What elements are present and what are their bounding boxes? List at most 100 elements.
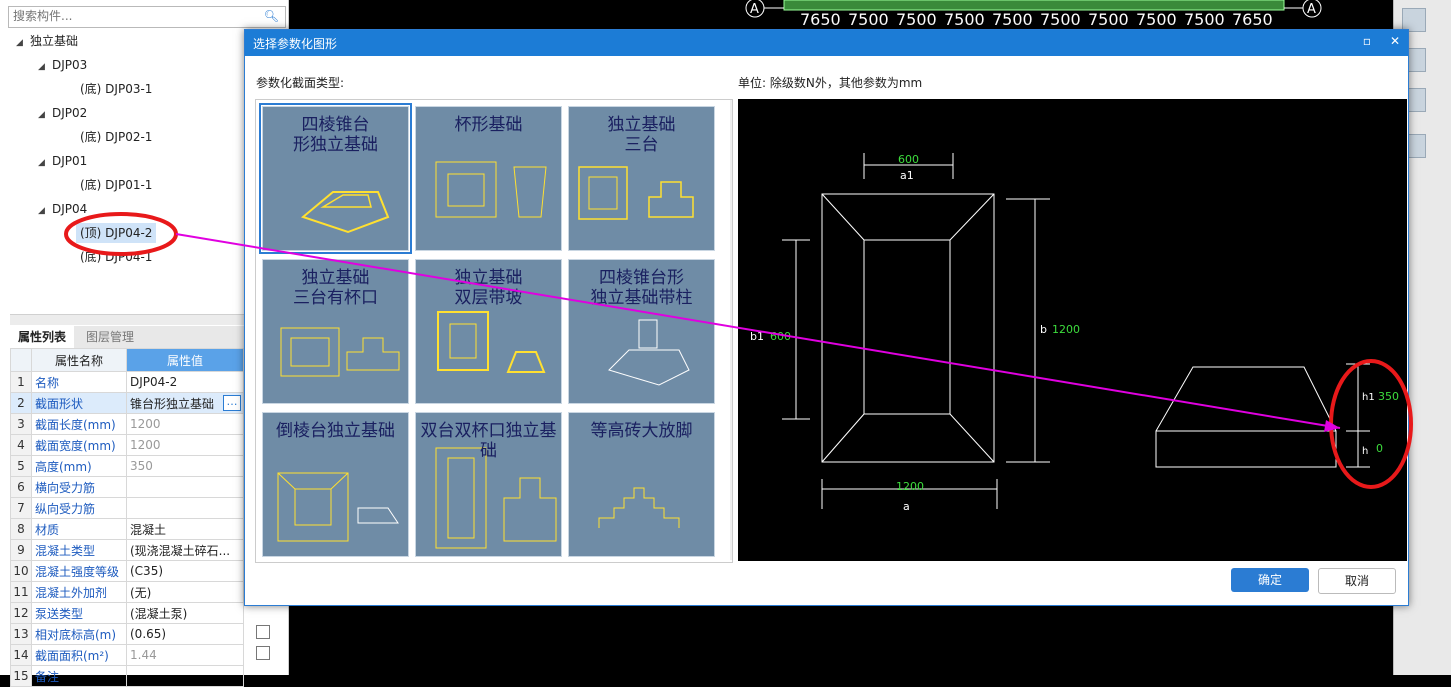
property-value[interactable]: (无) (126, 581, 244, 603)
property-row[interactable]: 2 截面形状 锥台形独立基础… (10, 392, 244, 414)
property-value-text: (C35) (130, 564, 164, 578)
expand-icon[interactable]: ◢ (38, 105, 52, 125)
property-value-text: 1200 (130, 438, 161, 452)
expand-icon[interactable]: ◢ (38, 153, 52, 173)
tree-group[interactable]: ◢ DJP01 (38, 151, 87, 171)
thumbnail-title: 倒棱台独立基础 (276, 421, 395, 441)
property-value[interactable]: 锥台形独立基础… (126, 392, 244, 414)
search-box[interactable]: 🔍︎ (8, 6, 286, 28)
property-value-text: 1.44 (130, 648, 157, 662)
property-row[interactable]: 11 混凝土外加剂 (无) (10, 581, 244, 603)
cancel-button[interactable]: 取消 (1318, 568, 1396, 594)
cad-dim-label: 7500 (1040, 10, 1081, 29)
property-value[interactable]: DJP04-2 (126, 371, 244, 393)
property-row[interactable]: 12 泵送类型 (混凝土泵) (10, 602, 244, 624)
dim-h-value: 0 (1376, 442, 1383, 455)
tree-leaf-label: (底) DJP03-1 (80, 82, 153, 96)
property-row[interactable]: 9 混凝土类型 (现浇混凝土碎石... (10, 539, 244, 561)
property-row[interactable]: 10 混凝土强度等级 (C35) (10, 560, 244, 582)
close-icon[interactable]: ✕ (1387, 34, 1403, 48)
property-value[interactable]: (C35) (126, 560, 244, 582)
row-index: 6 (10, 476, 32, 498)
row-index: 2 (10, 392, 32, 414)
property-value[interactable]: 1200 (126, 413, 244, 435)
expand-icon[interactable]: ◢ (16, 33, 30, 53)
tree-group[interactable]: ◢ DJP02 (38, 103, 87, 123)
dim-h1-label: h1 (1362, 392, 1375, 403)
search-icon[interactable]: 🔍︎ (264, 9, 279, 23)
shape-thumbnail[interactable]: 杯形基础 (415, 106, 562, 251)
tree-leaf[interactable]: (底) DJP02-1 (80, 127, 152, 147)
header-index (10, 348, 32, 372)
tree-leaf[interactable]: (底) DJP04-1 (80, 247, 152, 267)
panel-splitter[interactable] (10, 314, 284, 325)
property-value[interactable]: 1.44 (126, 644, 244, 666)
property-row[interactable]: 3 截面长度(mm) 1200 (10, 413, 244, 435)
property-row[interactable]: 7 纵向受力筋 (10, 497, 244, 519)
maximize-icon[interactable]: ▫ (1359, 34, 1375, 48)
property-name: 材质 (31, 518, 127, 540)
property-value[interactable]: (混凝土泵) (126, 602, 244, 624)
axis-label-left: A (750, 2, 759, 17)
property-value-text: (0.65) (130, 627, 167, 641)
shape-thumbnail[interactable]: 独立基础 双层带坡 (415, 259, 562, 404)
property-value[interactable]: 350 (126, 455, 244, 477)
tree-group-label: DJP04 (52, 202, 88, 216)
tree-root[interactable]: ◢ 独立基础 (16, 31, 78, 51)
property-value[interactable] (126, 476, 244, 498)
shape-thumbnail[interactable]: 四棱锥台形 独立基础带柱 (568, 259, 715, 404)
row-checkbox[interactable] (256, 646, 270, 660)
property-value[interactable]: (现浇混凝土碎石... (126, 539, 244, 561)
gallery-scrollbar[interactable] (730, 100, 733, 560)
row-index: 7 (10, 497, 32, 519)
property-name: 备注 (31, 665, 127, 687)
tab-property-list[interactable]: 属性列表 (10, 326, 75, 348)
property-row[interactable]: 15 备注 (10, 665, 244, 687)
property-row[interactable]: 14 截面面积(m²) 1.44 (10, 644, 244, 666)
shape-thumbnail[interactable]: 四棱锥台 形独立基础 (259, 103, 412, 254)
row-index: 5 (10, 455, 32, 477)
more-options-icon[interactable]: … (223, 395, 241, 411)
tree-leaf[interactable]: (底) DJP01-1 (80, 175, 152, 195)
shape-thumbnail[interactable]: 双台双杯口独立基础 (415, 412, 562, 557)
property-name: 高度(mm) (31, 455, 127, 477)
property-value[interactable]: 1200 (126, 434, 244, 456)
row-checkbox[interactable] (256, 625, 270, 639)
shape-thumbnail[interactable]: 等高砖大放脚 (568, 412, 715, 557)
shape-thumbnail[interactable]: 独立基础 三台有杯口 (262, 259, 409, 404)
property-table: 属性名称 属性值 1 名称 DJP04-2 2 截面形状 锥台形独立基础… 3 截面长度(mm… (10, 348, 244, 687)
property-value[interactable] (126, 497, 244, 519)
property-row[interactable]: 5 高度(mm) 350 (10, 455, 244, 477)
property-row[interactable]: 8 材质 混凝土 (10, 518, 244, 540)
shape-thumbnail[interactable]: 独立基础 三台 (568, 106, 715, 251)
tree-leaf-selected[interactable]: (顶) DJP04-2 (76, 223, 157, 243)
expand-icon[interactable]: ◢ (38, 201, 52, 221)
expand-icon[interactable]: ◢ (38, 57, 52, 77)
tree-leaf-label: (顶) DJP04-2 (80, 226, 153, 240)
cad-dim-label: 7500 (1184, 10, 1225, 29)
property-row[interactable]: 4 截面宽度(mm) 1200 (10, 434, 244, 456)
property-value-text: (现浇混凝土碎石... (130, 543, 231, 558)
property-value-text: 350 (130, 459, 153, 473)
row-index: 11 (10, 581, 32, 603)
property-value[interactable]: (0.65) (126, 623, 244, 645)
property-name: 横向受力筋 (31, 476, 127, 498)
ok-button[interactable]: 确定 (1231, 568, 1309, 592)
shape-preview: 600 a1 1200 a b1 600 b 1200 h1 350 h 0 (738, 99, 1407, 561)
property-row[interactable]: 6 横向受力筋 (10, 476, 244, 498)
tree-group[interactable]: ◢ DJP03 (38, 55, 87, 75)
property-value[interactable] (126, 665, 244, 687)
tree-group-label: DJP02 (52, 106, 88, 120)
shape-thumbnail[interactable]: 倒棱台独立基础 (262, 412, 409, 557)
tree-group[interactable]: ◢ DJP04 (38, 199, 87, 219)
property-value-text: 混凝土 (130, 522, 167, 537)
tree-leaf[interactable]: (底) DJP03-1 (80, 79, 152, 99)
search-input[interactable] (9, 7, 257, 25)
property-row[interactable]: 13 相对底标高(m) (0.65) (10, 623, 244, 645)
property-value[interactable]: 混凝土 (126, 518, 244, 540)
thumbnail-title: 双层带坡 (454, 288, 523, 308)
property-row[interactable]: 1 名称 DJP04-2 (10, 371, 244, 393)
tab-layer-management[interactable]: 图层管理 (78, 326, 142, 348)
scrollbar-thumb[interactable] (732, 113, 733, 375)
row-index: 1 (10, 371, 32, 393)
